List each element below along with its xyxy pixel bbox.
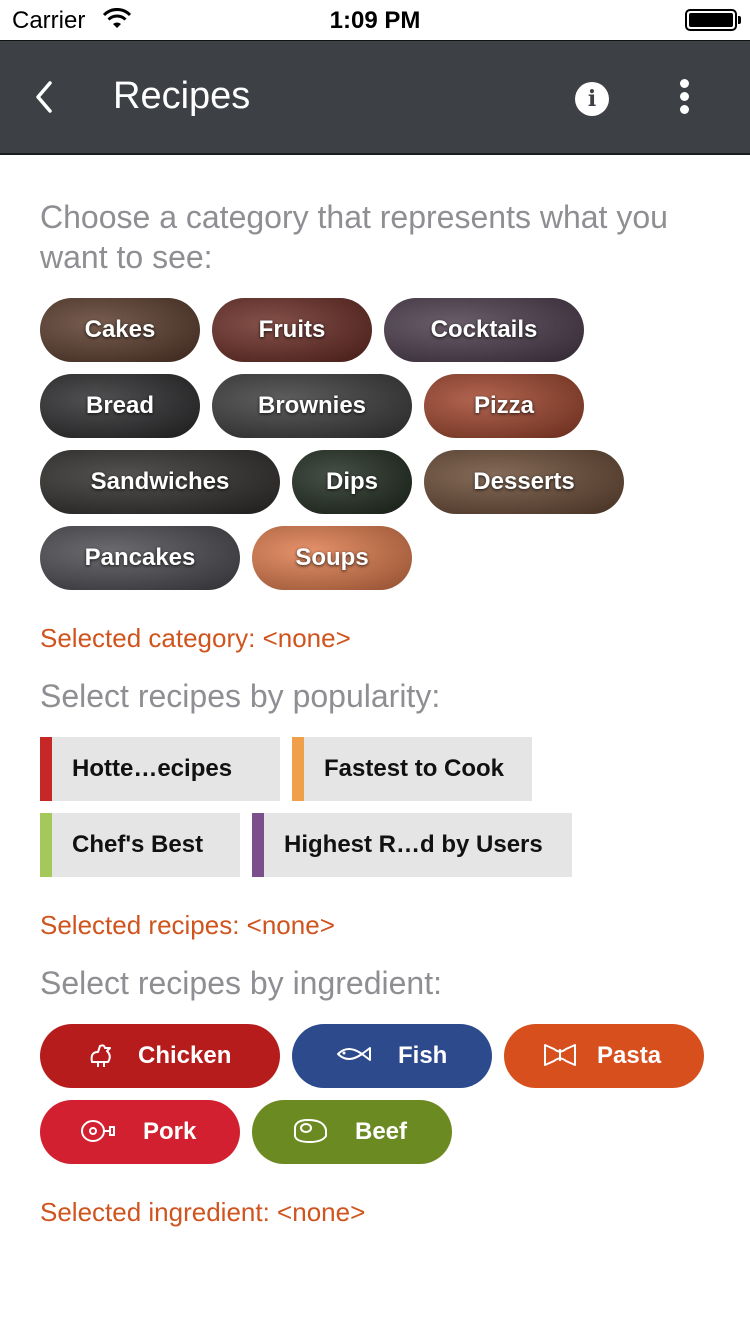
ingredient-button-fish[interactable]: Fish: [292, 1024, 492, 1088]
category-chip-pancakes[interactable]: Pancakes: [40, 526, 240, 590]
ingredient-label: Pork: [143, 1118, 197, 1145]
popularity-option-label: Hotte…ecipes: [72, 755, 233, 782]
pasta-icon: [544, 1044, 576, 1066]
popularity-option-label: Highest R…d by Users: [284, 831, 543, 858]
popularity-option-label: Chef's Best: [72, 831, 204, 858]
popularity-option[interactable]: Highest R…d by Users: [252, 813, 572, 877]
popularity-option[interactable]: Hotte…ecipes: [40, 737, 280, 801]
category-chip-desserts[interactable]: Desserts: [424, 450, 624, 514]
selected-recipes-label: Selected recipes: <none>: [40, 910, 335, 940]
category-chip-fruits[interactable]: Fruits: [212, 298, 372, 362]
popularity-heading: Select recipes by popularity:: [40, 678, 441, 714]
category-prompt: Choose a category that represents what y…: [40, 199, 668, 275]
selected-category-label: Selected category: <none>: [40, 623, 351, 653]
info-button[interactable]: i: [575, 82, 609, 116]
category-chip-sandwiches[interactable]: Sandwiches: [40, 450, 280, 514]
ingredient-heading: Select recipes by ingredient:: [40, 965, 442, 1001]
popularity-option[interactable]: Fastest to Cook: [292, 737, 532, 801]
category-chip-cakes[interactable]: Cakes: [40, 298, 200, 362]
ingredient-label: Chicken: [138, 1042, 232, 1069]
popularity-color-bar: [40, 813, 52, 877]
battery-icon: [685, 9, 741, 31]
popularity-option-label: Fastest to Cook: [324, 755, 505, 782]
popularity-color-bar: [292, 737, 304, 801]
category-chip-soups[interactable]: Soups: [252, 526, 412, 590]
chicken-icon: [90, 1044, 111, 1067]
ingredient-label: Pasta: [597, 1042, 662, 1069]
category-chip-dips[interactable]: Dips: [292, 450, 412, 514]
fish-icon: [337, 1047, 371, 1061]
app-toolbar: Recipes i: [0, 40, 750, 155]
ingredient-label: Beef: [355, 1118, 408, 1145]
beef-icon: [293, 1119, 327, 1143]
back-chevron-icon[interactable]: [30, 79, 62, 115]
ingredient-button-pasta[interactable]: Pasta: [504, 1024, 704, 1088]
ingredient-button-beef[interactable]: Beef: [252, 1100, 452, 1164]
popularity-color-bar: [252, 813, 264, 877]
status-bar: Carrier 1:09 PM: [0, 0, 750, 40]
page-title: Recipes: [113, 75, 251, 117]
popularity-option[interactable]: Chef's Best: [40, 813, 240, 877]
category-chip-pizza[interactable]: Pizza: [424, 374, 584, 438]
pork-icon: [81, 1120, 115, 1142]
more-options-button[interactable]: [670, 79, 698, 119]
popularity-color-bar: [40, 737, 52, 801]
category-chip-bread[interactable]: Bread: [40, 374, 200, 438]
ingredient-button-chicken[interactable]: Chicken: [40, 1024, 280, 1088]
clock: 1:09 PM: [329, 7, 421, 34]
ingredient-label: Fish: [398, 1042, 448, 1069]
selected-ingredient-label: Selected ingredient: <none>: [40, 1197, 366, 1227]
category-chip-brownies[interactable]: Brownies: [212, 374, 412, 438]
ingredient-button-pork[interactable]: Pork: [40, 1100, 240, 1164]
category-chip-cocktails[interactable]: Cocktails: [384, 298, 584, 362]
